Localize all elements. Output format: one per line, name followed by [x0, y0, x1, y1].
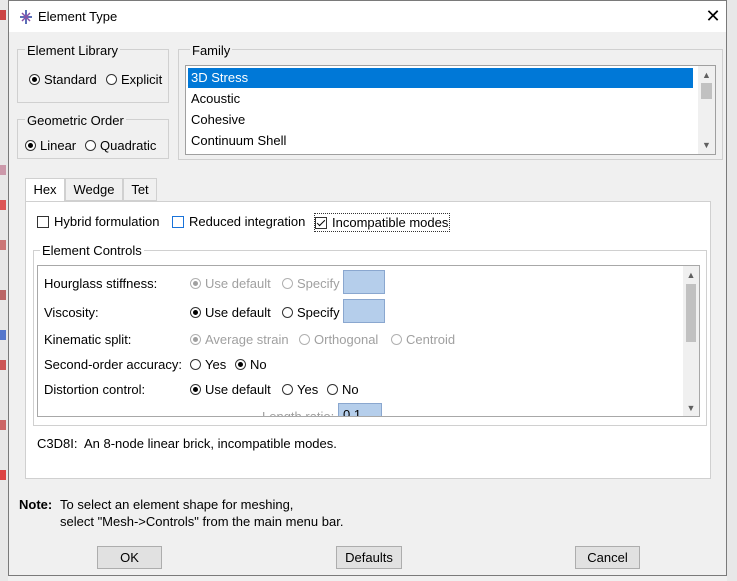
radio-indicator	[190, 278, 201, 289]
hybrid-formulation-checkbox[interactable]: Hybrid formulation	[37, 214, 160, 229]
second-order-no-radio[interactable]: No	[235, 357, 267, 372]
distortion-no-radio[interactable]: No	[327, 382, 359, 397]
family-scrollbar[interactable]: ▲ ▼	[698, 66, 715, 154]
checkbox-indicator	[172, 215, 184, 228]
family-list[interactable]: 3D Stress Acoustic Cohesive Continuum Sh…	[185, 65, 716, 155]
element-controls-scroll-area[interactable]: Hourglass stiffness: Use default Specify…	[37, 265, 700, 417]
dialog-title: Element Type	[38, 9, 118, 24]
kinematic-split-label: Kinematic split:	[44, 332, 132, 347]
element-library-legend: Element Library	[25, 43, 121, 58]
viscosity-label: Viscosity:	[44, 305, 99, 320]
hourglass-stiffness-label: Hourglass stiffness:	[44, 276, 158, 291]
radio-quadratic[interactable]: Quadratic	[85, 138, 156, 153]
controls-scrollbar[interactable]: ▲ ▼	[683, 266, 699, 416]
radio-explicit[interactable]: Explicit	[106, 72, 162, 87]
radio-indicator	[190, 359, 201, 370]
radio-linear[interactable]: Linear	[25, 138, 76, 153]
viscosity-use-default-radio[interactable]: Use default	[190, 305, 271, 320]
scroll-thumb[interactable]	[686, 284, 696, 342]
kinematic-orthogonal-radio: Orthogonal	[299, 332, 378, 347]
scroll-up-icon[interactable]: ▲	[683, 269, 699, 281]
scroll-down-icon[interactable]: ▼	[683, 402, 699, 414]
kinematic-average-strain-radio: Average strain	[190, 332, 289, 347]
checkbox-indicator	[315, 216, 327, 229]
tab-wedge[interactable]: Wedge	[65, 178, 123, 201]
note-line-2: select "Mesh->Controls" from the main me…	[60, 514, 344, 529]
radio-indicator	[299, 334, 310, 345]
hourglass-use-default-radio: Use default	[190, 276, 271, 291]
hourglass-value-field	[343, 270, 385, 294]
element-description: C3D8I: An 8-node linear brick, incompati…	[37, 436, 337, 451]
distortion-use-default-radio[interactable]: Use default	[190, 382, 271, 397]
scroll-thumb[interactable]	[701, 83, 712, 99]
background-icon	[0, 330, 6, 340]
family-item-cohesive[interactable]: Cohesive	[188, 110, 693, 130]
family-item-acoustic[interactable]: Acoustic	[188, 89, 693, 109]
checkbox-indicator	[37, 215, 49, 228]
background-icon	[0, 360, 6, 370]
geometric-order-legend: Geometric Order	[25, 113, 126, 128]
element-controls-legend: Element Controls	[40, 243, 144, 258]
radio-indicator	[235, 359, 246, 370]
family-legend: Family	[190, 43, 233, 58]
title-bar: Element Type ✕	[9, 1, 726, 32]
radio-indicator	[29, 74, 40, 85]
radio-indicator	[190, 307, 201, 318]
element-type-dialog: Element Type ✕ Element Library Standard …	[8, 0, 727, 576]
scroll-down-icon[interactable]: ▼	[698, 139, 715, 151]
radio-indicator	[282, 384, 293, 395]
radio-indicator	[25, 140, 36, 151]
background-icon	[0, 165, 6, 175]
incompatible-modes-checkbox[interactable]: Incompatible modes	[314, 213, 451, 232]
background-icon	[0, 10, 6, 20]
kinematic-centroid-radio: Centroid	[391, 332, 455, 347]
family-item-3d-stress[interactable]: 3D Stress	[188, 68, 693, 88]
length-ratio-field: 0.1	[338, 403, 382, 416]
reduced-integration-checkbox[interactable]: Reduced integration	[172, 214, 305, 229]
tab-tet[interactable]: Tet	[123, 178, 157, 201]
note-line-1: To select an element shape for meshing,	[60, 497, 294, 512]
background-icon	[0, 290, 6, 300]
cancel-button[interactable]: Cancel	[575, 546, 640, 569]
background-icon	[0, 200, 6, 210]
radio-indicator	[391, 334, 402, 345]
hourglass-specify-radio: Specify	[282, 276, 340, 291]
radio-indicator	[106, 74, 117, 85]
background-app-left-edge	[0, 0, 8, 581]
radio-standard[interactable]: Standard	[29, 72, 97, 87]
radio-indicator	[85, 140, 96, 151]
second-order-accuracy-label: Second-order accuracy:	[44, 357, 183, 372]
radio-indicator	[282, 307, 293, 318]
background-icon	[0, 470, 6, 480]
radio-indicator	[327, 384, 338, 395]
second-order-yes-radio[interactable]: Yes	[190, 357, 226, 372]
radio-indicator	[282, 278, 293, 289]
family-item-continuum-shell[interactable]: Continuum Shell	[188, 131, 693, 151]
abaqus-app-icon	[20, 10, 32, 24]
viscosity-specify-radio[interactable]: Specify	[282, 305, 340, 320]
radio-indicator	[190, 384, 201, 395]
background-icon	[0, 240, 6, 250]
distortion-control-label: Distortion control:	[44, 382, 146, 397]
tab-hex[interactable]: Hex	[25, 178, 65, 202]
ok-button[interactable]: OK	[97, 546, 162, 569]
background-app-right-edge	[727, 0, 737, 581]
viscosity-value-field[interactable]	[343, 299, 385, 323]
radio-indicator	[190, 334, 201, 345]
background-icon	[0, 420, 6, 430]
close-icon[interactable]: ✕	[701, 5, 725, 27]
note-label: Note:	[19, 497, 53, 512]
defaults-button[interactable]: Defaults	[336, 546, 402, 569]
length-ratio-label: Length ratio:	[262, 409, 335, 417]
scroll-up-icon[interactable]: ▲	[698, 69, 715, 81]
distortion-yes-radio[interactable]: Yes	[282, 382, 318, 397]
